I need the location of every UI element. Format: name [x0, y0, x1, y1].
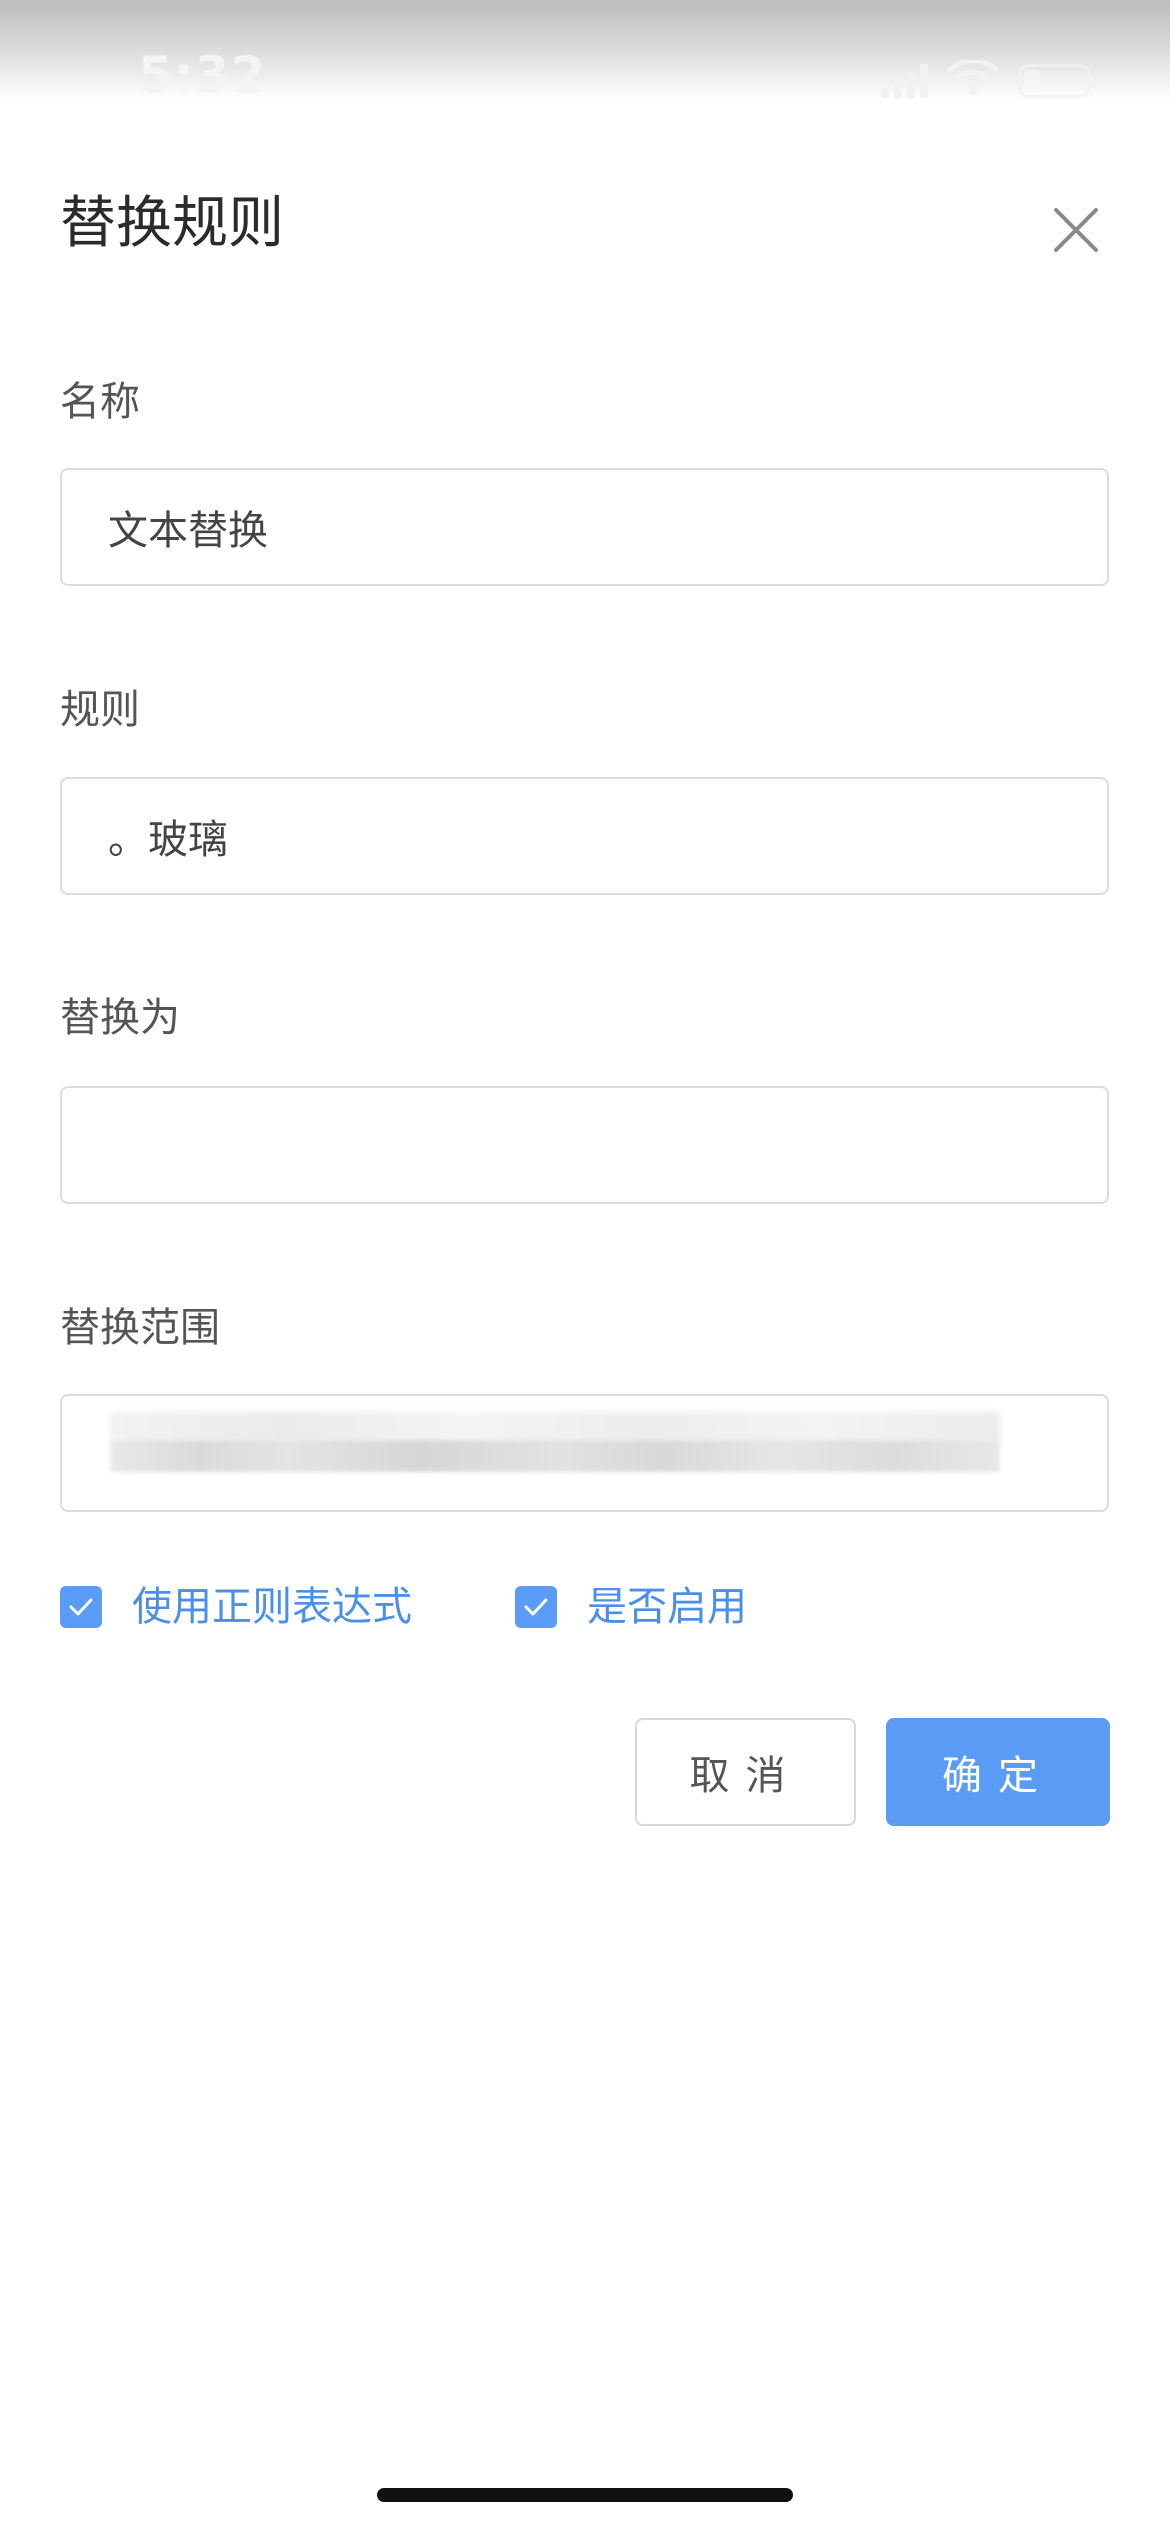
enabled-label[interactable]: 是否启用 [587, 1587, 747, 1627]
name-input[interactable] [108, 470, 1107, 584]
status-bar: 5:32 [0, 0, 1170, 104]
signal-icon [881, 64, 928, 98]
enabled-checkbox[interactable]: 是否启用 [515, 1586, 747, 1628]
rule-label: 规则 [60, 687, 140, 733]
checkbox-checked[interactable] [515, 1586, 557, 1628]
home-indicator[interactable] [377, 2488, 793, 2502]
name-field[interactable] [60, 468, 1109, 586]
cancel-button[interactable]: 取消 [635, 1718, 856, 1826]
replace-with-label: 替换为 [60, 995, 180, 1041]
name-label: 名称 [60, 379, 140, 425]
wifi-icon [948, 60, 998, 96]
checkbox-checked[interactable] [60, 1586, 102, 1628]
scope-label: 替换范围 [60, 1305, 220, 1351]
checkmark-icon [69, 1598, 93, 1616]
dialog-title: 替换规则 [60, 191, 284, 256]
rule-field[interactable] [60, 777, 1109, 895]
checkmark-icon [524, 1598, 548, 1616]
replace-rule-dialog: 替换规则 名称 规则 替换为 替换范围 使用正则表达式 [0, 100, 1170, 2532]
replace-with-field[interactable] [60, 1086, 1109, 1204]
use-regex-label[interactable]: 使用正则表达式 [132, 1587, 412, 1627]
scope-field[interactable] [60, 1394, 1109, 1512]
rule-input[interactable] [108, 779, 1107, 893]
redacted-text [110, 1412, 1000, 1442]
close-icon[interactable] [1048, 202, 1104, 258]
status-icons [881, 60, 1096, 98]
replace-with-input[interactable] [108, 1088, 1107, 1202]
use-regex-checkbox[interactable]: 使用正则表达式 [60, 1586, 412, 1628]
redacted-text [110, 1440, 1000, 1472]
battery-icon [1018, 64, 1096, 98]
status-time: 5:32 [138, 46, 267, 104]
confirm-button[interactable]: 确定 [886, 1718, 1110, 1826]
